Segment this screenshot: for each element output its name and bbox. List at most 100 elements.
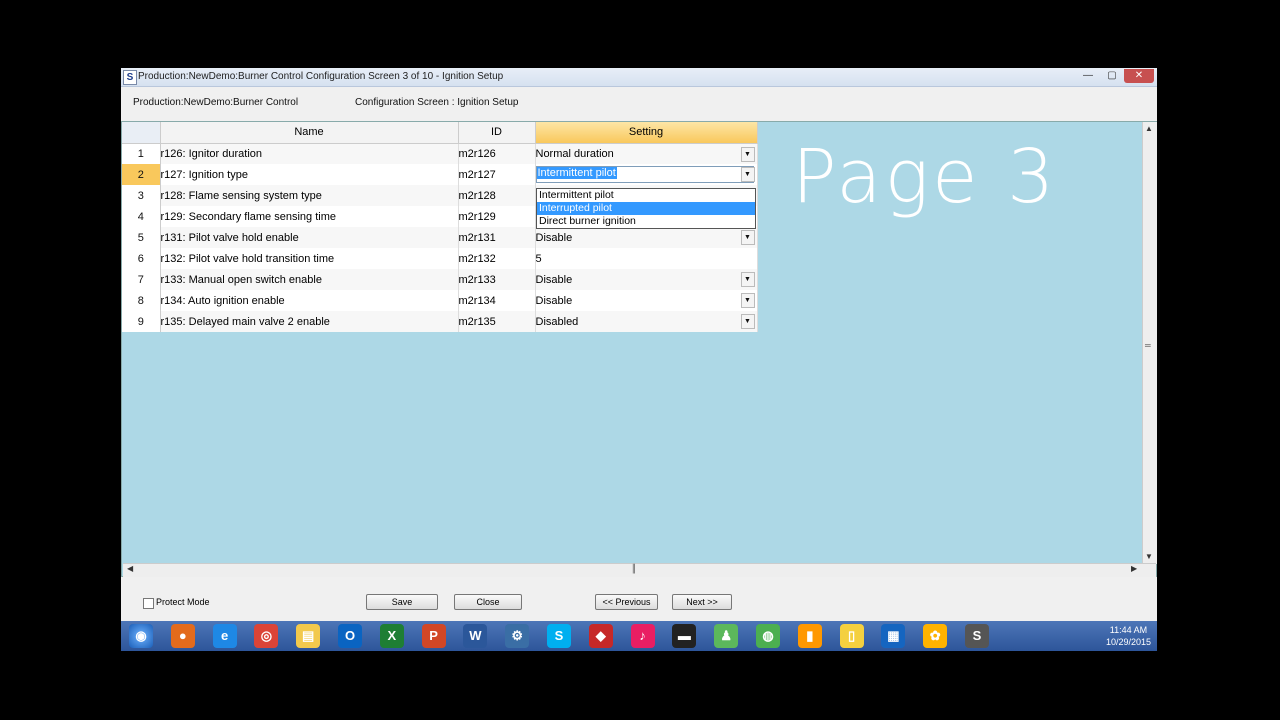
row-number[interactable]: 5 (122, 227, 161, 248)
system-tray[interactable]: 11:44 AM 10/29/2015 (1106, 624, 1151, 648)
settings-app-icon[interactable]: ⚙ (505, 624, 530, 648)
start-orb-icon[interactable]: ◉ (129, 624, 153, 648)
table-row[interactable]: 7 r133: Manual open switch enable m2r133 Di… (122, 269, 758, 290)
hscroll-thumb-icon[interactable]: ║ (631, 564, 637, 573)
dropdown-arrow-icon[interactable]: ▼ (740, 146, 755, 162)
name-cell: r133: Manual open switch enable (160, 269, 459, 290)
scroll-thumb-icon[interactable]: ═ (1145, 341, 1151, 350)
grid-corner[interactable] (122, 122, 161, 144)
setting-cell[interactable]: Disable ▼ (535, 269, 758, 290)
setting-value: Intermittent pilot (536, 167, 617, 179)
device-path-label: Production:NewDemo:Burner Control (133, 97, 299, 108)
setting-cell[interactable]: Disable ▼ (535, 290, 758, 311)
row-number[interactable]: 8 (122, 290, 161, 311)
app-icon: S (123, 70, 137, 85)
s-app-icon[interactable]: S (965, 624, 989, 648)
screen-name-label: Configuration Screen : Ignition Setup (355, 97, 519, 108)
setting-value: Normal duration (535, 147, 614, 160)
minimize-button[interactable]: — (1076, 69, 1100, 83)
name-cell: r126: Ignitor duration (160, 143, 459, 164)
outlook-icon[interactable]: O (338, 624, 362, 648)
column-header-id[interactable]: ID (458, 122, 536, 144)
globe-app-icon[interactable]: ◍ (756, 624, 780, 648)
setting-cell[interactable]: Disabled ▼ (535, 311, 758, 332)
previous-button[interactable]: << Previous (595, 594, 658, 610)
orange-app-icon[interactable]: ▮ (797, 624, 822, 648)
row-number[interactable]: 6 (122, 248, 161, 269)
name-cell: r127: Ignition type (160, 164, 459, 185)
protect-mode-label: Protect Mode (156, 597, 210, 607)
dropdown-arrow-icon[interactable]: ▼ (740, 167, 755, 182)
id-cell: m2r135 (458, 311, 536, 332)
dropdown-arrow-icon[interactable]: ▼ (740, 230, 755, 245)
notes-app-icon[interactable]: ▯ (839, 624, 864, 648)
scroll-left-icon[interactable]: ◀ (127, 564, 133, 573)
id-cell: m2r131 (458, 227, 536, 248)
grid-app-icon[interactable]: ▦ (881, 624, 906, 648)
table-row[interactable]: 2 r127: Ignition type m2r127 Intermittent p… (122, 164, 758, 185)
scroll-down-icon[interactable]: ▼ (1145, 552, 1153, 561)
setting-cell[interactable]: Intermittent pilot ▼ (535, 164, 758, 185)
taskbar: 11:44 AM 10/29/2015 ◉ ● e ◎ ▤ O X P W ⚙ S ◆ ♪ ▬ ♟ ◍ ▮ ▯ ▦ ✿… (121, 621, 1157, 651)
name-cell: r128: Flame sensing system type (160, 185, 459, 206)
table-row[interactable]: 5 r131: Pilot valve hold enable m2r131 Disa… (122, 227, 758, 248)
row-number[interactable]: 7 (122, 269, 161, 290)
firefox-icon[interactable]: ● (170, 624, 195, 648)
name-cell: r134: Auto ignition enable (160, 290, 459, 311)
app-window: S Production:NewDemo:Burner Control Conf… (121, 68, 1157, 651)
table-row[interactable]: 9 r135: Delayed main valve 2 enable m2r135… (122, 311, 758, 332)
dropdown-option[interactable]: Direct burner ignition (537, 215, 755, 228)
skype-icon[interactable]: S (547, 624, 571, 648)
id-cell: m2r129 (458, 206, 536, 227)
red-app-icon[interactable]: ◆ (588, 624, 613, 648)
window-title: Production:NewDemo:Burner Control Config… (138, 71, 504, 82)
row-number[interactable]: 9 (122, 311, 161, 332)
word-icon[interactable]: W (463, 624, 488, 648)
row-number[interactable]: 2 (122, 164, 161, 185)
table-row[interactable]: 1 r126: Ignitor duration m2r126 Normal dura… (122, 143, 758, 164)
table-row[interactable]: 6 r132: Pilot valve hold transition time m… (122, 248, 758, 269)
protect-mode-checkbox[interactable] (143, 598, 154, 609)
row-number[interactable]: 3 (122, 185, 161, 206)
table-row[interactable]: 8 r134: Auto ignition enable m2r134 Disable… (122, 290, 758, 311)
close-button[interactable]: Close (454, 594, 522, 610)
name-cell: r135: Delayed main valve 2 enable (160, 311, 459, 332)
dropdown-arrow-icon[interactable]: ▼ (740, 272, 755, 287)
flower-app-icon[interactable]: ✿ (923, 624, 948, 648)
green-app-icon[interactable]: ♟ (714, 624, 739, 648)
setting-cell[interactable]: Disable ▼ (535, 227, 758, 248)
file-explorer-icon[interactable]: ▤ (296, 624, 321, 648)
scroll-right-icon[interactable]: ▶ (1131, 564, 1137, 573)
dropdown-arrow-icon[interactable]: ▼ (740, 293, 755, 308)
powerpoint-icon[interactable]: P (421, 624, 446, 648)
maximize-button[interactable]: ▢ (1100, 69, 1124, 83)
row-number[interactable]: 1 (122, 143, 161, 164)
horizontal-scrollbar[interactable]: ◀ ║ ▶ (123, 563, 1156, 577)
next-button[interactable]: Next >> (672, 594, 732, 610)
setting-cell[interactable]: Normal duration ▼ (535, 143, 758, 164)
grid-area: Name ID Setting 1 r126: Ignitor duration m… (121, 121, 1157, 577)
setting-editor[interactable]: Intermittent pilot (535, 166, 754, 183)
id-cell: m2r132 (458, 248, 536, 269)
column-header-setting[interactable]: Setting (535, 122, 758, 144)
dropdown-option[interactable]: Interrupted pilot (537, 202, 755, 215)
itunes-icon[interactable]: ♪ (630, 624, 655, 648)
clock-time: 11:44 AM (1109, 625, 1148, 635)
save-button[interactable]: Save (366, 594, 438, 610)
chrome-icon[interactable]: ◎ (254, 624, 279, 648)
vertical-scrollbar[interactable]: ▲ ═ ▼ (1142, 122, 1157, 564)
close-window-button[interactable]: ✕ (1124, 69, 1154, 83)
setting-cell[interactable]: 5 (535, 248, 758, 269)
bottom-bar: Protect Mode Save Close << Previous Next… (121, 577, 1157, 621)
internet-explorer-icon[interactable]: e (212, 624, 237, 648)
excel-icon[interactable]: X (379, 624, 404, 648)
id-cell: m2r134 (458, 290, 536, 311)
dropdown-arrow-icon[interactable]: ▼ (740, 314, 755, 329)
column-header-name[interactable]: Name (160, 122, 459, 144)
row-number[interactable]: 4 (122, 206, 161, 227)
scroll-up-icon[interactable]: ▲ (1145, 124, 1153, 133)
title-bar[interactable]: S Production:NewDemo:Burner Control Conf… (121, 68, 1157, 87)
dropdown-option[interactable]: Intermittent pilot (537, 189, 755, 202)
car-app-icon[interactable]: ▬ (672, 624, 697, 648)
ignition-type-dropdown-list[interactable]: Intermittent pilot Interrupted pilot Direc… (536, 188, 756, 229)
